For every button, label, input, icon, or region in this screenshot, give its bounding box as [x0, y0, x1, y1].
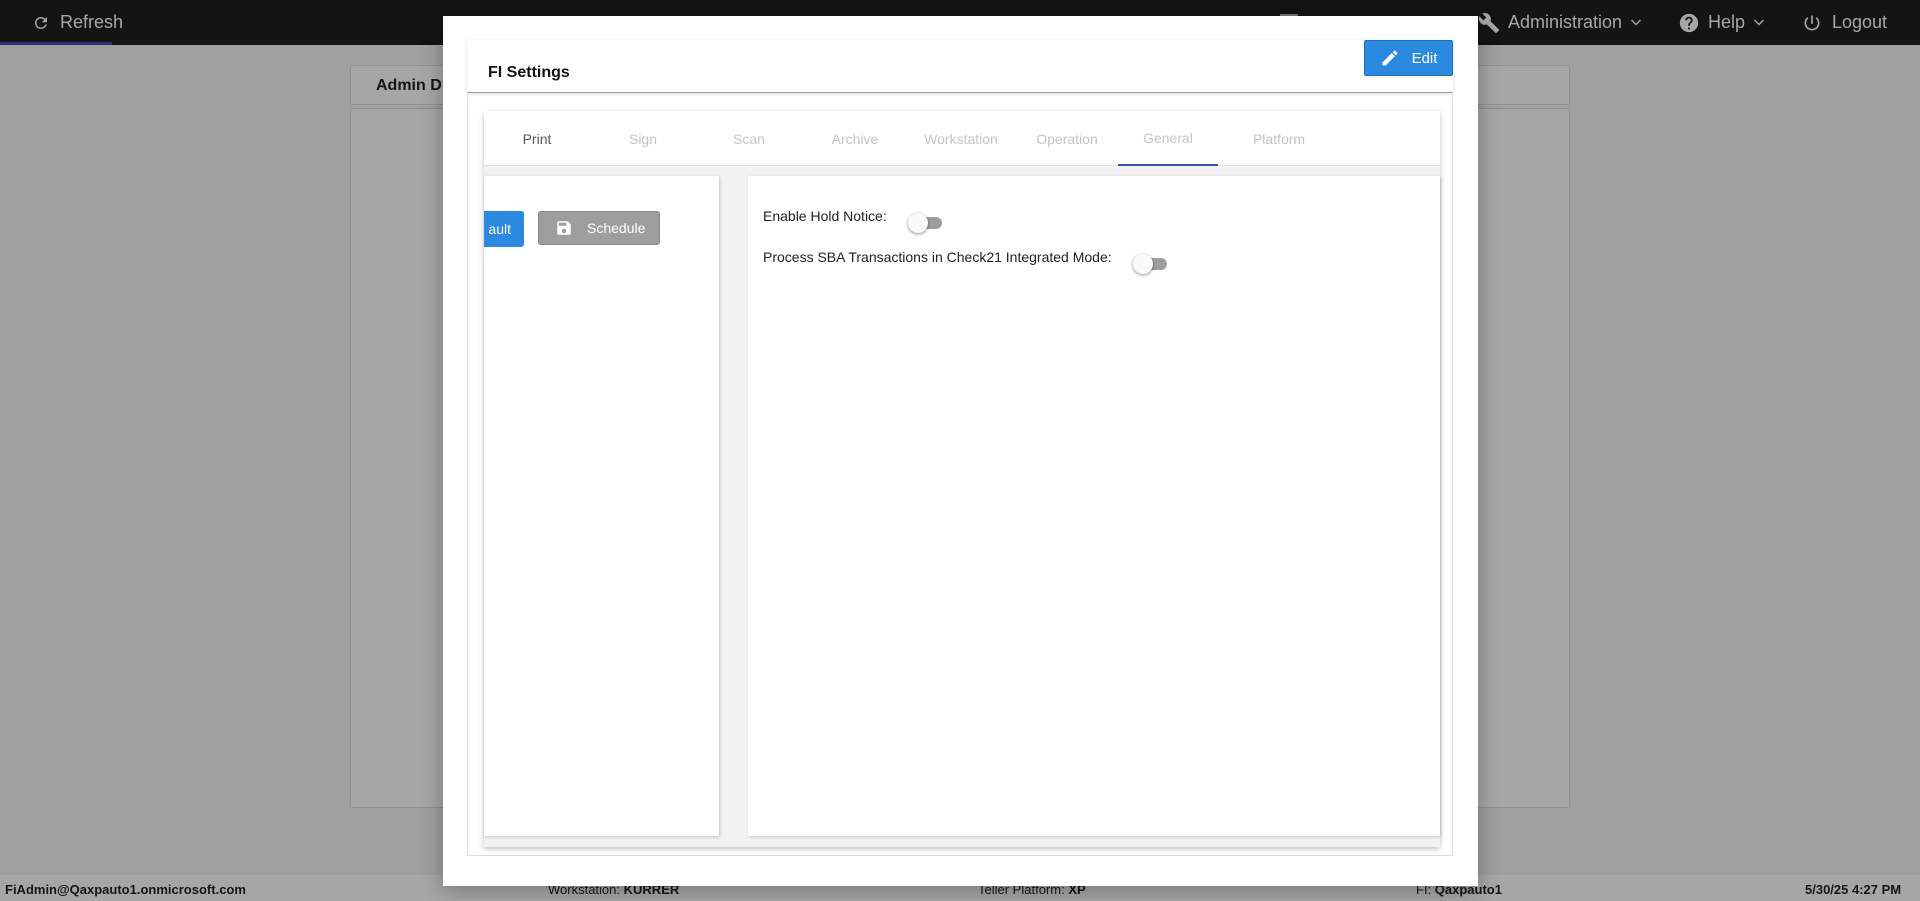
tab-sign[interactable]: Sign: [593, 111, 693, 166]
edit-label: Edit: [1411, 49, 1438, 67]
settings-tabs-card: Print Sign Scan Archive Workstation Oper…: [484, 111, 1440, 847]
tab-operation[interactable]: Operation: [1017, 111, 1117, 166]
schedule-label: Schedule: [587, 220, 646, 236]
general-settings-panel: Enable Hold Notice: Process SBA Transact…: [748, 176, 1440, 836]
schedule-button[interactable]: Schedule: [538, 211, 660, 245]
left-actions-panel: ault Schedule: [484, 176, 719, 836]
tab-scan[interactable]: Scan: [699, 111, 799, 166]
tab-general[interactable]: General: [1118, 111, 1218, 166]
dialog-body: Print Sign Scan Archive Workstation Oper…: [467, 94, 1453, 856]
process-sba-transactions-label: Process SBA Transactions in Check21 Inte…: [763, 249, 1112, 265]
tab-platform[interactable]: Platform: [1229, 111, 1329, 166]
enable-hold-notice-label: Enable Hold Notice:: [763, 208, 887, 224]
enable-hold-notice-toggle[interactable]: [908, 211, 944, 233]
save-icon: [557, 221, 571, 235]
tab-archive[interactable]: Archive: [805, 111, 905, 166]
default-button[interactable]: ault: [484, 211, 524, 247]
dialog-title: FI Settings: [488, 64, 570, 81]
toggle-knob: [1133, 254, 1153, 274]
settings-tab-bar: Print Sign Scan Archive Workstation Oper…: [484, 111, 1440, 166]
toggle-knob: [908, 213, 928, 233]
dialog-header: FI Settings Edit: [467, 40, 1453, 93]
default-label: ault: [488, 221, 511, 237]
tab-workstation[interactable]: Workstation: [911, 111, 1011, 166]
pencil-icon: [1382, 50, 1398, 66]
process-sba-transactions-toggle[interactable]: [1133, 252, 1169, 274]
edit-button[interactable]: Edit: [1364, 40, 1453, 76]
tab-print[interactable]: Print: [487, 111, 587, 166]
fi-settings-dialog: FI Settings Edit Print Sign Scan Archive…: [443, 16, 1478, 886]
